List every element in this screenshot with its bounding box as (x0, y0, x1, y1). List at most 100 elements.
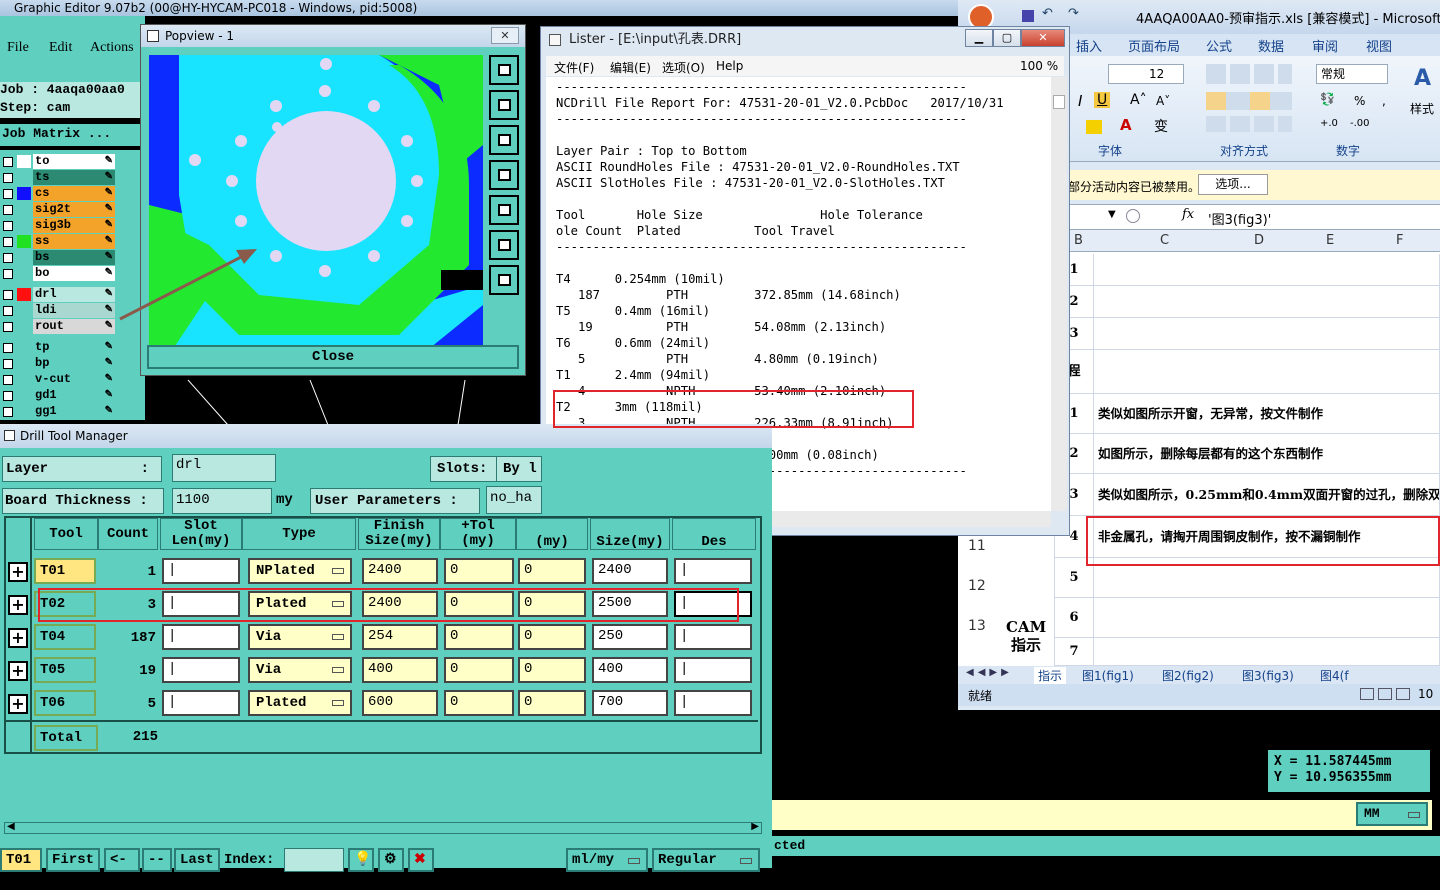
layer-row-v-cut[interactable]: v-cut ✎ (0, 372, 116, 387)
expand-tool-button[interactable]: + (8, 694, 28, 714)
tool-name[interactable]: T05 (34, 657, 96, 683)
drill-size-input[interactable]: 2500 (592, 591, 668, 617)
phonetic-icon[interactable]: 变 (1154, 116, 1168, 136)
expand-tool-button[interactable]: + (8, 661, 28, 681)
layer-row-gg1[interactable]: gg1 ✎ (0, 404, 116, 419)
sheet-nav-icons[interactable]: ◀◀▶▶ (966, 667, 1013, 678)
layer-row-bo[interactable]: bo ✎ (0, 266, 116, 281)
layer-checkbox[interactable] (3, 221, 13, 231)
tab-review[interactable]: 审阅 (1312, 36, 1338, 55)
layer-edit-icon[interactable]: ✎ (105, 170, 113, 185)
instruction-cell[interactable] (1094, 638, 1440, 666)
sheet-tab[interactable]: 图2(fig2) (1158, 667, 1218, 684)
instruction-cell[interactable] (1094, 350, 1440, 394)
step-number-cell[interactable]: 6 (1054, 598, 1094, 638)
layer-row-to[interactable]: to ✎ (0, 154, 116, 169)
row-header[interactable]: 12 (968, 578, 996, 594)
type-select[interactable]: NPlated (248, 558, 352, 584)
layer-edit-icon[interactable]: ✎ (105, 154, 113, 169)
layer-edit-icon[interactable]: ✎ (105, 388, 113, 403)
drill-size-input[interactable]: 400 (592, 657, 668, 683)
units-select[interactable]: ml/my (566, 848, 648, 872)
board-thickness-input[interactable]: 1100 (172, 488, 272, 514)
designator-input[interactable]: | (674, 690, 752, 716)
instruction-cell[interactable]: 非金属孔，请掏开周围铜皮制作，按不漏铜制作 (1094, 516, 1440, 558)
pan-up-button[interactable] (489, 90, 519, 120)
column-header-d[interactable]: D (1254, 233, 1264, 248)
job-matrix-button[interactable]: Job Matrix ... (0, 124, 145, 146)
lister-close-button[interactable]: ✕ (1021, 29, 1065, 47)
layer-checkbox[interactable] (3, 322, 13, 332)
pan-down-button[interactable] (489, 125, 519, 155)
options-button[interactable]: 选项... (1198, 174, 1268, 195)
column-header-e[interactable]: E (1326, 233, 1334, 248)
minus-tol-input[interactable]: 0 (518, 657, 586, 683)
page-break-view-icon[interactable] (1396, 688, 1410, 700)
zoom-out-button[interactable] (489, 265, 519, 295)
finish-size-input[interactable]: 400 (362, 657, 438, 683)
expand-tool-button[interactable]: + (8, 562, 28, 582)
slot-length-input[interactable]: | (162, 690, 240, 716)
slot-length-input[interactable]: | (162, 558, 240, 584)
italic-icon[interactable]: I (1078, 92, 1082, 110)
layer-edit-icon[interactable]: ✎ (105, 218, 113, 233)
layer-row-sig3b[interactable]: sig3b ✎ (0, 218, 116, 233)
sheet-tab[interactable]: 指示 (1034, 667, 1067, 684)
layer-row-ldi[interactable]: ldi ✎ (0, 303, 116, 318)
sheet-tab[interactable]: 图4(f (1316, 667, 1353, 684)
row-header[interactable]: 11 (968, 538, 996, 554)
menu-actions[interactable]: Actions (90, 40, 134, 56)
tool-name[interactable]: T04 (34, 624, 96, 650)
increase-decimal-icon[interactable]: +.0 (1320, 118, 1338, 129)
layer-checkbox[interactable] (3, 375, 13, 385)
layer-checkbox[interactable] (3, 306, 13, 316)
index-input[interactable] (284, 848, 344, 872)
pan-right-button[interactable] (489, 195, 519, 225)
layer-checkbox[interactable] (3, 237, 13, 247)
instruction-cell[interactable]: 类似如图所示，0.25mm和0.4mm双面开窗的过孔，删除双 (1094, 474, 1440, 516)
layer-row-gd1[interactable]: gd1 ✎ (0, 388, 116, 403)
undo-icon[interactable]: ↶ (1042, 6, 1053, 21)
tool-name[interactable]: T06 (34, 690, 96, 716)
layer-edit-icon[interactable]: ✎ (105, 340, 113, 355)
layer-checkbox[interactable] (3, 205, 13, 215)
save-icon[interactable] (1022, 10, 1034, 22)
increase-font-icon[interactable]: A˄ (1130, 92, 1147, 108)
layer-row-bs[interactable]: bs ✎ (0, 250, 116, 265)
designator-input[interactable]: | (674, 624, 752, 650)
step-number-cell[interactable]: 7 (1054, 638, 1094, 666)
column-header-b[interactable]: B (1074, 233, 1083, 248)
page-layout-view-icon[interactable] (1378, 688, 1392, 700)
instruction-cell[interactable]: 如图所示，删除每层都有的这个东西制作 (1094, 434, 1440, 474)
popview-close-button[interactable]: Close (147, 345, 519, 369)
minus-tol-input[interactable]: 0 (518, 591, 586, 617)
delete-icon[interactable]: ✖ (408, 848, 434, 872)
layer-edit-icon[interactable]: ✎ (105, 356, 113, 371)
redo-icon[interactable]: ↷ (1068, 6, 1079, 21)
lister-menu-edit[interactable]: 编辑(E) (610, 59, 651, 76)
percent-icon[interactable]: % (1354, 94, 1365, 108)
tab-data[interactable]: 数据 (1258, 36, 1284, 55)
layer-row-drl[interactable]: drl ✎ (0, 287, 116, 302)
instruction-cell[interactable]: 类似如图所示开窗，无异常，按文件制作 (1094, 394, 1440, 434)
finish-size-input[interactable]: 2400 (362, 558, 438, 584)
lister-minimize-button[interactable]: ▁ (965, 29, 993, 47)
menu-file[interactable]: File (7, 40, 29, 56)
tab-view[interactable]: 视图 (1366, 36, 1392, 55)
designator-input[interactable]: | (674, 657, 752, 683)
namebox-dropdown-icon[interactable]: ▼ (1108, 209, 1116, 220)
command-line[interactable] (772, 800, 1432, 830)
instruction-cell[interactable] (1094, 558, 1440, 598)
tab-formulas[interactable]: 公式 (1206, 36, 1232, 55)
plus-tol-input[interactable]: 0 (444, 657, 514, 683)
layer-edit-icon[interactable]: ✎ (105, 404, 113, 419)
plus-tol-input[interactable]: 0 (444, 558, 514, 584)
designator-input[interactable]: | (674, 558, 752, 584)
last-button[interactable]: Last (174, 848, 220, 872)
drill-size-input[interactable]: 2400 (592, 558, 668, 584)
layer-checkbox[interactable] (3, 189, 13, 199)
instruction-cell[interactable] (1094, 254, 1440, 286)
zoom-level[interactable]: 10 (1418, 687, 1433, 701)
tool-name[interactable]: T01 (34, 558, 96, 584)
lister-maximize-button[interactable]: ▢ (993, 29, 1021, 47)
